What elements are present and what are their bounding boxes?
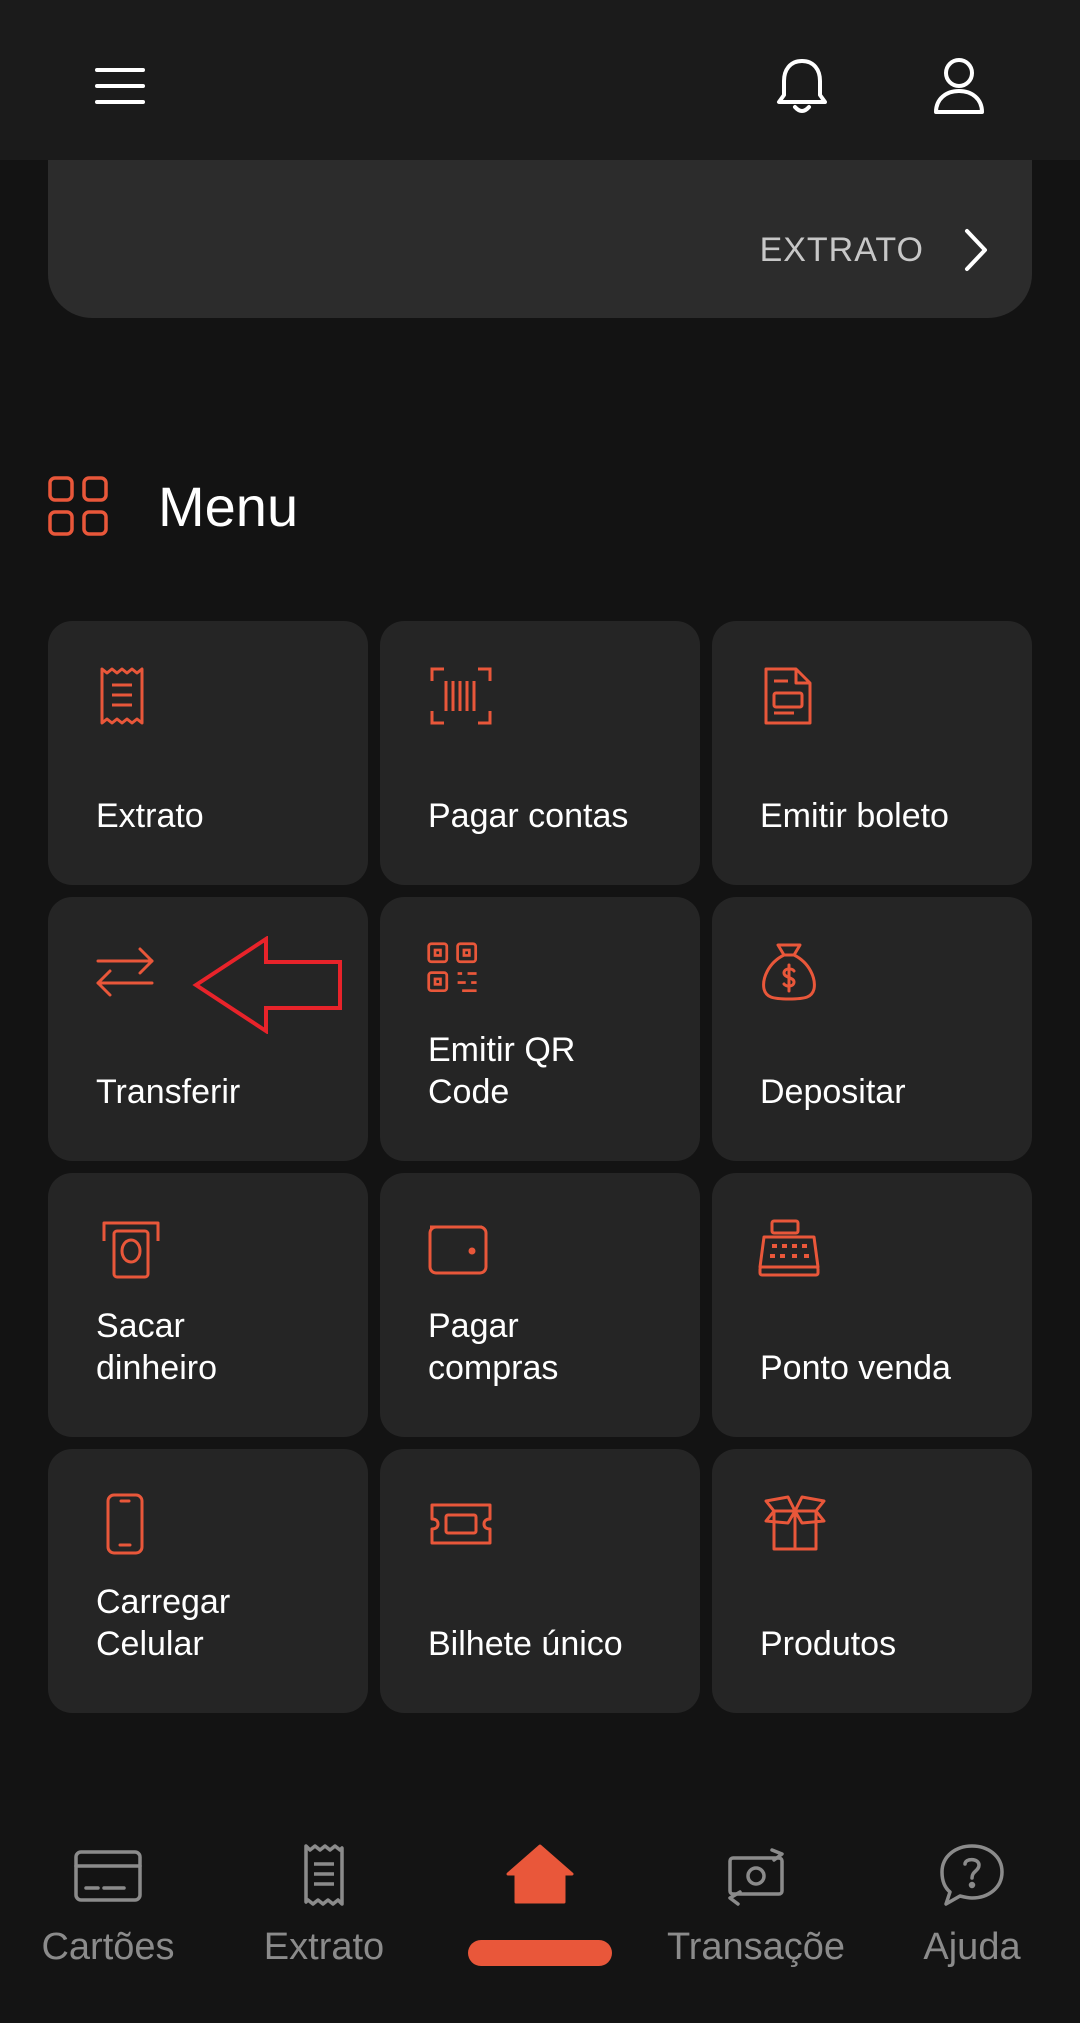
money-bag-icon [762, 943, 816, 1001]
ticket-icon [430, 1503, 492, 1545]
top-app-bar [0, 0, 1080, 160]
mobile-phone-icon [106, 1493, 144, 1555]
grid-icon [48, 476, 108, 536]
hamburger-icon [95, 68, 145, 104]
bottom-navigation: Cartões Extrato Transaçõe Ajuda [0, 1800, 1080, 2023]
nav-label: Ajuda [923, 1926, 1021, 1968]
tile-label: Sacar dinheiro [96, 1307, 217, 1387]
tile-label: Pagar contas [428, 797, 629, 835]
nav-label: Extrato [263, 1926, 385, 1968]
menu-heading: Menu [48, 466, 298, 546]
tile-emitir-qr-code[interactable]: Emitir QR Code [380, 897, 700, 1161]
box-icon [764, 1495, 826, 1551]
menu-button[interactable] [78, 44, 162, 128]
tile-produtos[interactable]: Produtos [712, 1449, 1032, 1713]
nav-home[interactable] [484, 1830, 596, 2000]
document-icon [764, 667, 812, 725]
tile-label: Ponto venda [760, 1349, 951, 1387]
credit-card-icon [74, 1850, 142, 1902]
nav-extrato[interactable]: Extrato [244, 1830, 404, 2000]
menu-grid: Extrato Pagar contas Emitir boleto Trans… [48, 621, 1032, 1713]
extrato-link-label: EXTRATO [759, 230, 924, 269]
tile-label: Pagar compras [428, 1307, 559, 1387]
tile-label: Depositar [760, 1073, 906, 1111]
money-exchange-icon [728, 1848, 784, 1906]
qr-code-icon [427, 942, 478, 993]
active-tab-indicator [468, 1940, 612, 1966]
extrato-link[interactable]: EXTRATO [760, 220, 988, 280]
receipt-icon [304, 1844, 344, 1906]
help-chat-icon [940, 1844, 1004, 1906]
tile-extrato[interactable]: Extrato [48, 621, 368, 885]
notifications-button[interactable] [760, 44, 844, 128]
menu-title: Menu [158, 474, 299, 538]
tile-sacar-dinheiro[interactable]: Sacar dinheiro [48, 1173, 368, 1437]
tile-label: Bilhete único [428, 1625, 623, 1663]
tile-pagar-contas[interactable]: Pagar contas [380, 621, 700, 885]
tile-bilhete-unico[interactable]: Bilhete único [380, 1449, 700, 1713]
tile-pagar-compras[interactable]: Pagar compras [380, 1173, 700, 1437]
tile-label: Emitir boleto [760, 797, 949, 835]
tile-label: Carregar Celular [96, 1583, 231, 1663]
nav-label: Cartões [41, 1926, 175, 1968]
tile-label: Emitir QR Code [428, 1031, 576, 1111]
chevron-right-icon [965, 229, 987, 271]
tile-label: Produtos [760, 1625, 897, 1663]
user-icon [934, 58, 984, 114]
home-icon [506, 1844, 574, 1904]
transfer-arrows-icon [96, 947, 154, 997]
tile-carregar-celular[interactable]: Carregar Celular [48, 1449, 368, 1713]
annotation-arrow-icon [192, 936, 342, 1034]
nav-label: Transaçõe [666, 1926, 846, 1968]
tile-emitir-boleto[interactable]: Emitir boleto [712, 621, 1032, 885]
profile-button[interactable] [917, 44, 1001, 128]
nav-ajuda[interactable]: Ajuda [900, 1830, 1044, 2000]
atm-cash-icon [102, 1221, 160, 1279]
tile-label: Transferir [96, 1073, 241, 1111]
tile-ponto-venda[interactable]: Ponto venda [712, 1173, 1032, 1437]
balance-card: EXTRATO [48, 150, 1032, 318]
bell-icon [777, 59, 827, 113]
wallet-icon [428, 1225, 488, 1275]
nav-transacoes[interactable]: Transaçõe [656, 1830, 856, 2000]
tile-depositar[interactable]: Depositar [712, 897, 1032, 1161]
cash-register-icon [758, 1219, 820, 1277]
barcode-scan-icon [430, 667, 492, 725]
tile-label: Extrato [96, 797, 204, 835]
nav-cartoes[interactable]: Cartões [28, 1830, 188, 2000]
receipt-icon [100, 667, 144, 725]
